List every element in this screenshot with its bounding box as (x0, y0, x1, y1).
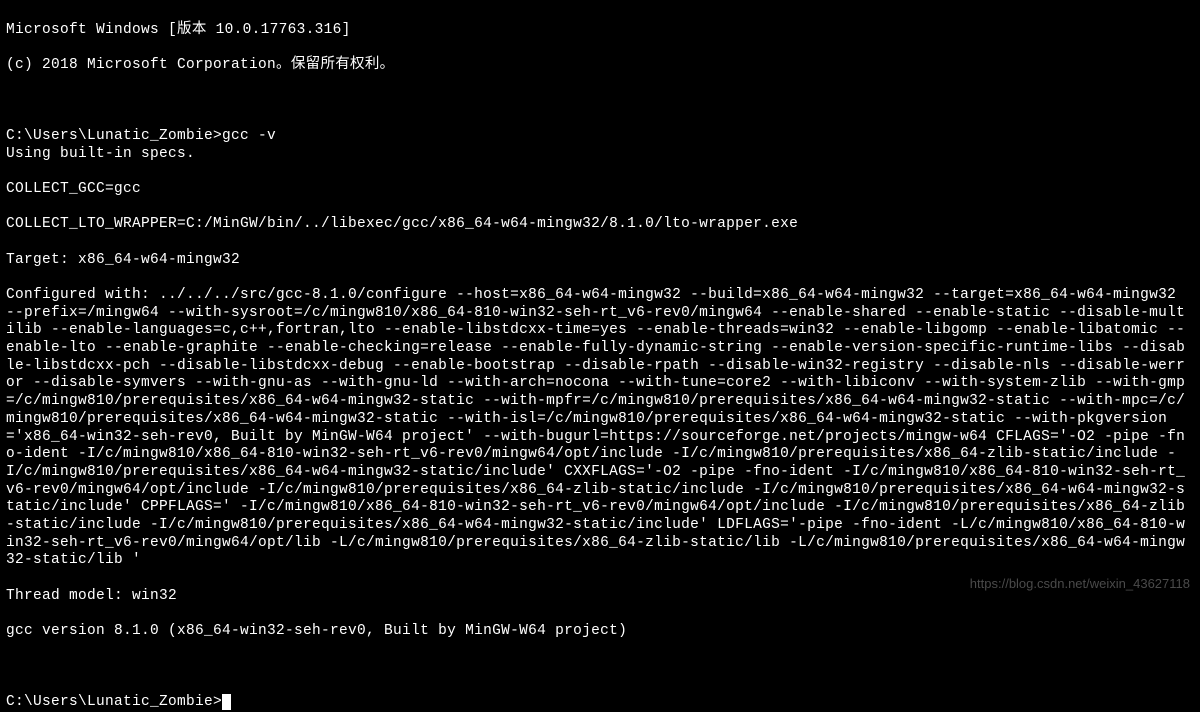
os-version-line: Microsoft Windows [版本 10.0.17763.316] (6, 22, 1194, 40)
prompt-path-2: C:\Users\Lunatic_Zombie> (6, 694, 222, 710)
prompt-line-1: C:\Users\Lunatic_Zombie>gcc -v (6, 128, 276, 144)
terminal-output[interactable]: Microsoft Windows [版本 10.0.17763.316] (c… (6, 4, 1194, 712)
blank-line (6, 92, 1194, 110)
output-specs: Using built-in specs. (6, 146, 1194, 164)
prompt-path: C:\Users\Lunatic_Zombie> (6, 128, 222, 144)
output-collect-gcc: COLLECT_GCC=gcc (6, 181, 1194, 199)
output-lto-wrapper: COLLECT_LTO_WRAPPER=C:/MinGW/bin/../libe… (6, 216, 1194, 234)
output-configured-with: Configured with: ../../../src/gcc-8.1.0/… (6, 287, 1194, 570)
cursor-icon (222, 694, 231, 710)
copyright-line: (c) 2018 Microsoft Corporation。保留所有权利。 (6, 57, 1194, 75)
output-target: Target: x86_64-w64-mingw32 (6, 252, 1194, 270)
prompt-line-2[interactable]: C:\Users\Lunatic_Zombie> (6, 694, 231, 710)
blank-line-2 (6, 658, 1194, 676)
output-gcc-version: gcc version 8.1.0 (x86_64-win32-seh-rev0… (6, 623, 1194, 641)
watermark-text: https://blog.csdn.net/weixin_43627118 (970, 576, 1190, 592)
command-text: gcc -v (222, 128, 276, 144)
